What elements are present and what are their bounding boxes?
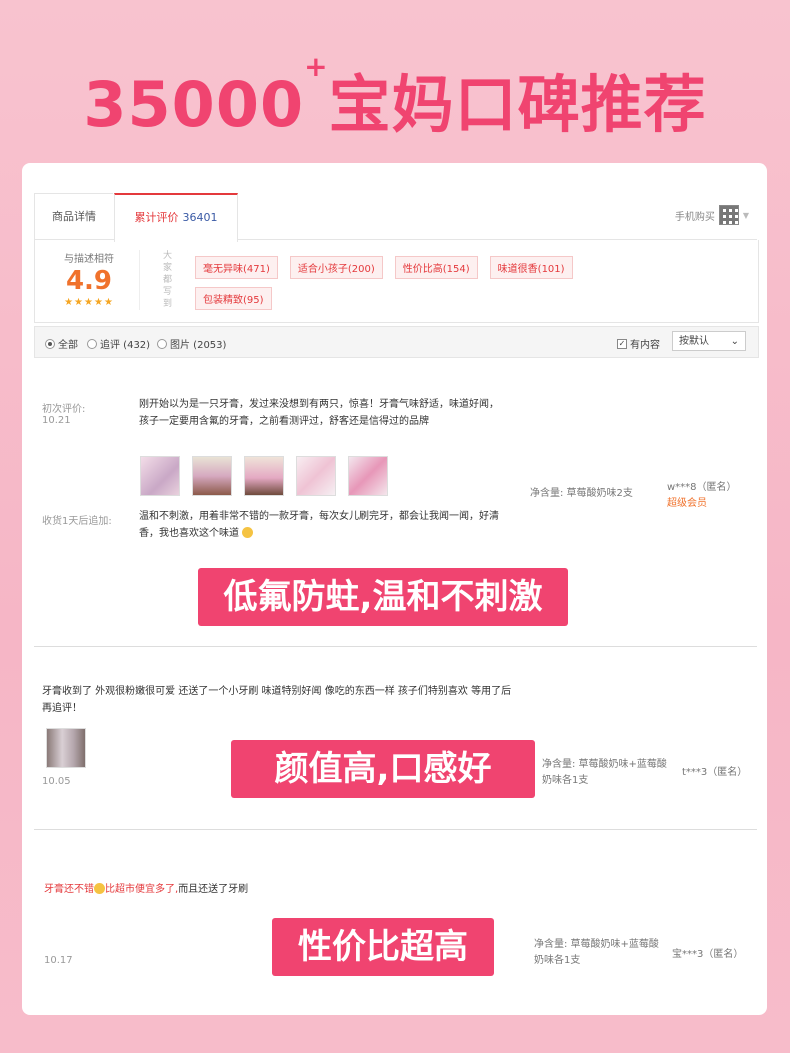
score-label: 与描述相符 (64, 254, 114, 265)
review-photo[interactable] (244, 456, 284, 496)
filter-followup[interactable]: 追评 (432) (87, 336, 150, 351)
impression-tag[interactable]: 毫无异味(471) (195, 256, 278, 279)
reviewer-name: 宝***3（匿名） (672, 949, 744, 960)
qr-code-icon (718, 205, 739, 225)
review-date: 10.17 (44, 955, 73, 966)
impression-tags: 毫无异味(471) 适合小孩子(200) 性价比高(154) 味道很香(101)… (195, 256, 615, 310)
checkbox-checked-icon: ✓ (617, 338, 627, 349)
filter-has-content-label: 有内容 (630, 340, 660, 351)
smile-emoji-icon (94, 883, 105, 894)
summary-divider (139, 250, 140, 310)
score-box: 与描述相符 4.9 ★★★★★ (49, 250, 129, 308)
review-photo[interactable] (348, 456, 388, 496)
review-filter-bar: 全部 追评 (432) 图片 (2053) ✓ 有内容 按默认 ⌄ (34, 326, 759, 358)
rating-summary: 与描述相符 4.9 ★★★★★ 大家都写到 毫无异味(471) 适合小孩子(20… (34, 240, 759, 323)
headline-text: 宝妈口碑推荐 (328, 68, 707, 141)
followup-label: 收货1天后追加: (42, 516, 112, 527)
impression-tag[interactable]: 味道很香(101) (489, 256, 573, 279)
filter-followup-label: 追评 (432) (100, 340, 151, 351)
star-rating: ★★★★★ (64, 297, 114, 308)
headline-plus: + (304, 50, 329, 83)
review-text: 牙膏还不错 比超市便宜多了,而且还送了牙刷 (44, 881, 514, 898)
tab-product-detail[interactable]: 商品详情 (34, 193, 113, 240)
tab-reviews[interactable]: 累计评价 36401 (114, 193, 238, 242)
review-text: 刚开始以为是一只牙膏，发过来没想到有两只，惊喜！牙膏气味舒适，味道好闻，孩子一定… (139, 399, 499, 427)
review-card: 商品详情 累计评价 36401 手机购买 ▼ 与描述相符 4.9 ★★★★★ 大家… (22, 163, 767, 1015)
feature-banner: 颜值高,口感好 (231, 740, 535, 798)
review-divider (34, 829, 757, 830)
filter-pictures[interactable]: 图片 (2053) (157, 336, 226, 351)
first-review-label: 初次评价: (42, 404, 86, 415)
review-text-highlight: 比超市便宜多了, (105, 884, 179, 895)
heart-eyes-emoji-icon (242, 527, 254, 538)
tab-bar: 商品详情 累计评价 36401 手机购买 ▼ (34, 193, 757, 242)
mobile-buy[interactable]: 手机购买 ▼ (675, 205, 749, 225)
page-headline: 35000+宝妈口碑推荐 (0, 50, 790, 144)
mobile-buy-label: 手机购买 (674, 211, 715, 223)
sort-select[interactable]: 按默认 ⌄ (672, 331, 746, 351)
followup-text-content: 温和不刺激，用着非常不错的一款牙膏，每次女儿刷完牙，都会让我闻一闻，好清香，我也… (139, 511, 499, 539)
review-photo[interactable] (46, 728, 86, 768)
review-text-rest: 而且还送了牙刷 (178, 884, 249, 895)
filter-has-content[interactable]: ✓ 有内容 (617, 336, 660, 351)
product-spec: 净含量: 草莓酸奶味+蓝莓酸奶味各1支 (534, 939, 659, 966)
followup-text: 温和不刺激，用着非常不错的一款牙膏，每次女儿刷完牙，都会让我闻一闻，好清香，我也… (139, 508, 501, 542)
review-divider (34, 646, 757, 647)
review-text-highlight: 牙膏还不错 (44, 884, 94, 895)
reviewer-name: t***3（匿名） (682, 767, 748, 778)
impression-tag[interactable]: 性价比高(154) (394, 256, 478, 279)
review-date: 10.05 (42, 776, 71, 787)
tags-side-label: 大家都写到 (163, 251, 173, 309)
radio-icon (87, 338, 97, 349)
radio-icon (157, 338, 167, 349)
review-photo[interactable] (140, 456, 180, 496)
headline-number: 35000 (83, 68, 305, 141)
filter-all[interactable]: 全部 (45, 336, 78, 351)
radio-selected-icon (45, 338, 55, 349)
feature-banner: 性价比超高 (272, 918, 494, 976)
vip-badge: 超级会员 (667, 498, 707, 509)
review-date: 10.21 (42, 415, 71, 426)
chevron-down-icon: ⌄ (730, 336, 739, 347)
review-text: 牙膏收到了 外观很粉嫩很可爱 还送了一个小牙刷 味道特别好闻 像吃的东西一样 孩… (42, 686, 512, 714)
reviewer-name: w***8（匿名） (667, 482, 737, 493)
score-value: 4.9 (65, 266, 113, 296)
chevron-down-icon: ▼ (742, 210, 749, 220)
product-spec: 净含量: 草莓酸奶味2支 (530, 488, 633, 499)
impression-tag[interactable]: 包装精致(95) (195, 287, 272, 310)
filter-pictures-label: 图片 (2053) (170, 340, 227, 351)
tab-reviews-label: 累计评价 (134, 211, 179, 224)
impression-tag[interactable]: 适合小孩子(200) (289, 256, 383, 279)
product-spec: 净含量: 草莓酸奶味+蓝莓酸奶味各1支 (542, 759, 667, 786)
review-photo[interactable] (296, 456, 336, 496)
feature-banner: 低氟防蛀,温和不刺激 (198, 568, 568, 626)
sort-select-value: 按默认 (679, 336, 709, 347)
filter-all-label: 全部 (58, 340, 78, 351)
review-photo[interactable] (192, 456, 232, 496)
tab-reviews-count: 36401 (182, 211, 218, 224)
